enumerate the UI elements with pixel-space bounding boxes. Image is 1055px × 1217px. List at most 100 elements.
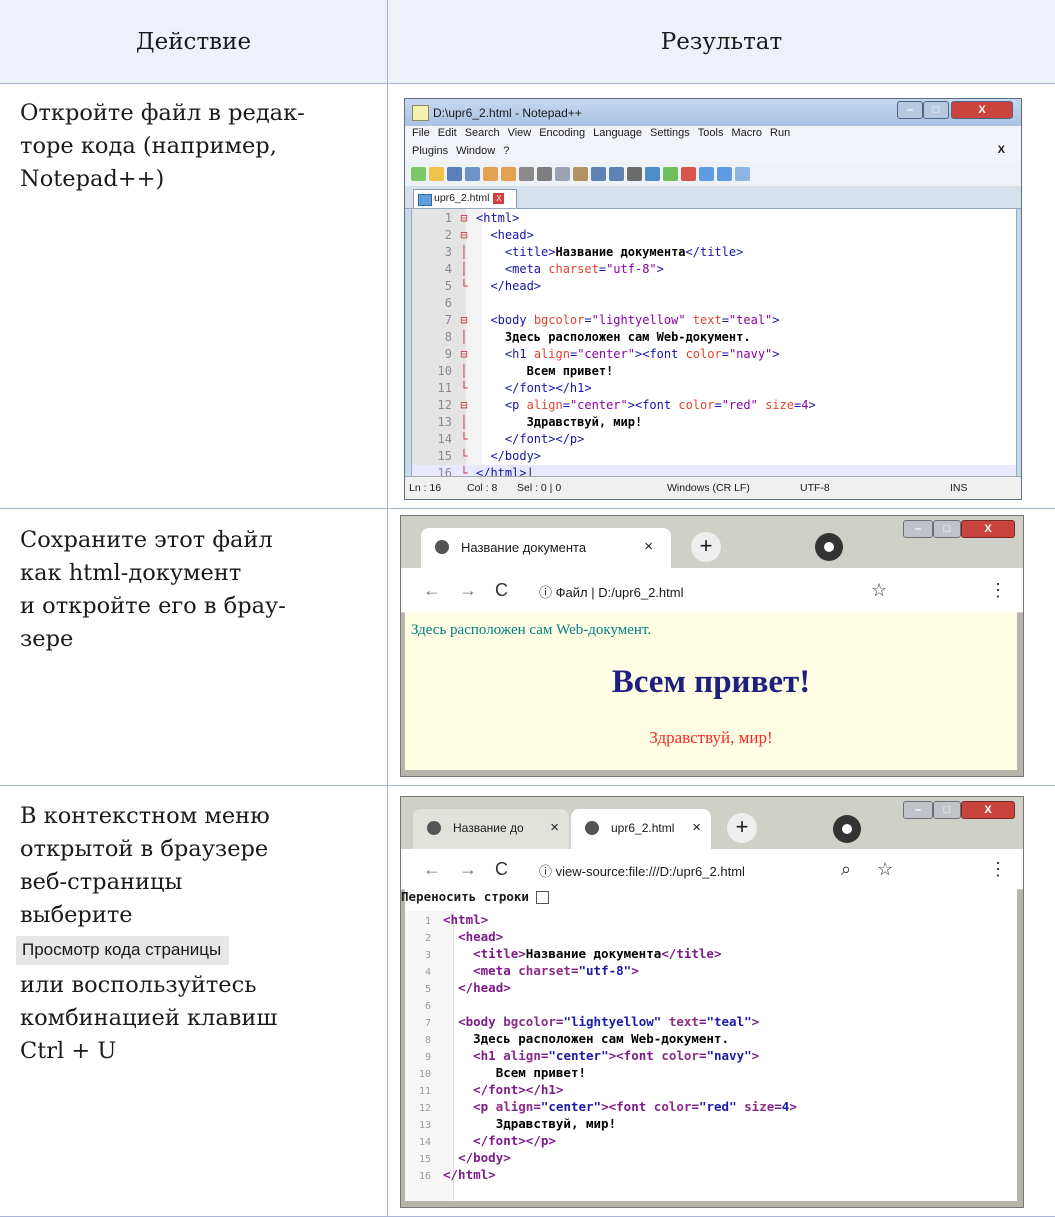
view-source-page: Переносить строки 1 <html> 2 <head> 3 <ti… xyxy=(401,889,1017,1201)
browser-tab-active[interactable]: upr6_2.html × xyxy=(571,809,711,849)
reload-icon[interactable]: C xyxy=(495,859,508,880)
action-line: Ctrl + U xyxy=(20,1038,117,1064)
close-file-icon[interactable] xyxy=(483,167,498,181)
code-line: 12 ⊟ <p align="center"><font color="red" … xyxy=(437,398,816,412)
menu-settings[interactable]: Settings xyxy=(650,127,690,139)
source-line: 10 Всем привет! xyxy=(418,1065,586,1080)
menu-search[interactable]: Search xyxy=(465,127,500,139)
maximize-icon[interactable]: □ xyxy=(933,801,961,819)
menu-encoding[interactable]: Encoding xyxy=(539,127,585,139)
open-folder-icon[interactable] xyxy=(429,167,444,181)
cut-icon[interactable] xyxy=(537,167,552,181)
tab-close-icon[interactable]: × xyxy=(644,538,653,555)
star-icon[interactable]: ☆ xyxy=(871,580,887,601)
globe-icon xyxy=(435,540,449,554)
page-paragraph: Здравствуй, мир! xyxy=(649,728,773,747)
notepad-editor[interactable]: 1 ⊟ <html> 2 ⊟ <head> 3 │ <title>Название до… xyxy=(411,208,1017,478)
source-line: 12 <p align="center"><font color="red" s… xyxy=(418,1099,797,1114)
code-line: 9 ⊟ <h1 align="center"><font color="navy"… xyxy=(444,347,780,361)
sync-h-icon[interactable] xyxy=(717,167,732,181)
close-icon[interactable]: X xyxy=(961,520,1015,538)
print-icon[interactable] xyxy=(519,167,534,181)
zoom-icon[interactable]: ⌕ xyxy=(841,859,851,880)
forward-icon[interactable]: → xyxy=(459,859,477,880)
new-tab-button[interactable]: + xyxy=(727,813,757,843)
menu-row-2: Plugins Window? xyxy=(412,145,517,157)
tab-close-icon[interactable]: × xyxy=(550,819,559,836)
action-text-2: Сохраните этот файл как html-документ и … xyxy=(20,524,370,656)
menu-language[interactable]: Language xyxy=(593,127,642,139)
action-line: зере xyxy=(20,626,74,652)
replace-icon[interactable] xyxy=(645,167,660,181)
wrap-lines-option[interactable]: Переносить строки xyxy=(401,889,550,904)
action-text-3: В контекстном меню открытой в браузере в… xyxy=(16,800,370,1068)
action-line: торе кода (например, xyxy=(20,133,277,159)
minimize-icon[interactable]: – xyxy=(903,520,933,538)
forward-icon[interactable]: → xyxy=(459,580,477,601)
star-icon[interactable]: ☆ xyxy=(877,859,893,880)
notepad-toolbar xyxy=(405,162,1021,186)
status-encoding: UTF-8 xyxy=(800,482,830,494)
reload-icon[interactable]: C xyxy=(495,580,508,601)
menu-help[interactable]: ? xyxy=(503,145,509,157)
new-file-icon[interactable] xyxy=(411,167,426,181)
back-icon[interactable]: ← xyxy=(423,580,441,601)
browser-tab-inactive[interactable]: Название до × xyxy=(413,809,569,849)
save-icon[interactable] xyxy=(447,167,462,181)
row-divider xyxy=(0,785,1055,786)
sync-v-icon[interactable] xyxy=(699,167,714,181)
globe-icon xyxy=(427,821,441,835)
close-icon[interactable]: X xyxy=(961,801,1015,819)
wrap-icon[interactable] xyxy=(735,167,750,181)
menu-close-document[interactable]: X xyxy=(998,144,1005,156)
notepad-app-icon xyxy=(412,105,429,121)
browser-tab[interactable]: Название документа × xyxy=(421,528,671,568)
header-action: Действие xyxy=(135,28,252,55)
paste-icon[interactable] xyxy=(573,167,588,181)
source-line: 5 </head> xyxy=(424,980,511,995)
tab-close-icon[interactable]: X xyxy=(493,193,505,204)
maximize-icon[interactable]: □ xyxy=(933,520,961,538)
minimize-icon[interactable]: – xyxy=(903,801,933,819)
address-prefix: Файл xyxy=(555,585,588,600)
menu-dots-icon[interactable]: ⋮ xyxy=(989,580,1007,601)
tab-title: upr6_2.html xyxy=(611,821,675,835)
profile-icon[interactable] xyxy=(833,815,861,843)
menu-edit[interactable]: Edit xyxy=(438,127,457,139)
redo-icon[interactable] xyxy=(609,167,624,181)
menu-file[interactable]: File xyxy=(412,127,430,139)
code-line: 7 ⊟ <body bgcolor="lightyellow" text="tea… xyxy=(444,313,780,327)
minimize-icon[interactable]: – xyxy=(897,101,923,119)
close-all-icon[interactable] xyxy=(501,167,516,181)
profile-icon[interactable] xyxy=(815,533,843,561)
copy-icon[interactable] xyxy=(555,167,570,181)
status-column: Col : 8 xyxy=(467,482,498,494)
tab-close-icon[interactable]: × xyxy=(692,819,701,836)
menu-macro[interactable]: Macro xyxy=(731,127,762,139)
action-line: или воспользуйтесь xyxy=(20,972,257,998)
code-line: 4 │ <meta charset="utf-8"> xyxy=(444,262,664,276)
zoom-out-icon[interactable] xyxy=(681,167,696,181)
save-all-icon[interactable] xyxy=(465,167,480,181)
code-line: 11 └ </font></h1> xyxy=(437,381,592,395)
notepad-file-tab[interactable]: upr6_2.html X xyxy=(413,189,517,208)
menu-plugins[interactable]: Plugins xyxy=(412,145,448,157)
zoom-in-icon[interactable] xyxy=(663,167,678,181)
menu-tools[interactable]: Tools xyxy=(698,127,724,139)
action-line: веб-страницы xyxy=(20,869,183,895)
find-icon[interactable] xyxy=(627,167,642,181)
back-icon[interactable]: ← xyxy=(423,859,441,880)
action-line: открытой в браузере xyxy=(20,836,269,862)
address-bar[interactable]: ⓘ view-source:file:///D:/upr6_2.html xyxy=(539,861,745,880)
menu-window[interactable]: Window xyxy=(456,145,495,157)
menu-run[interactable]: Run xyxy=(770,127,790,139)
code-line: 6 xyxy=(444,296,452,310)
new-tab-button[interactable]: + xyxy=(691,532,721,562)
menu-dots-icon[interactable]: ⋮ xyxy=(989,859,1007,880)
close-icon[interactable]: X xyxy=(951,101,1013,119)
undo-icon[interactable] xyxy=(591,167,606,181)
menu-view[interactable]: View xyxy=(508,127,532,139)
wrap-lines-checkbox[interactable] xyxy=(536,891,550,904)
maximize-icon[interactable]: □ xyxy=(923,101,949,119)
address-bar[interactable]: ⓘ Файл | D:/upr6_2.html xyxy=(539,582,683,601)
